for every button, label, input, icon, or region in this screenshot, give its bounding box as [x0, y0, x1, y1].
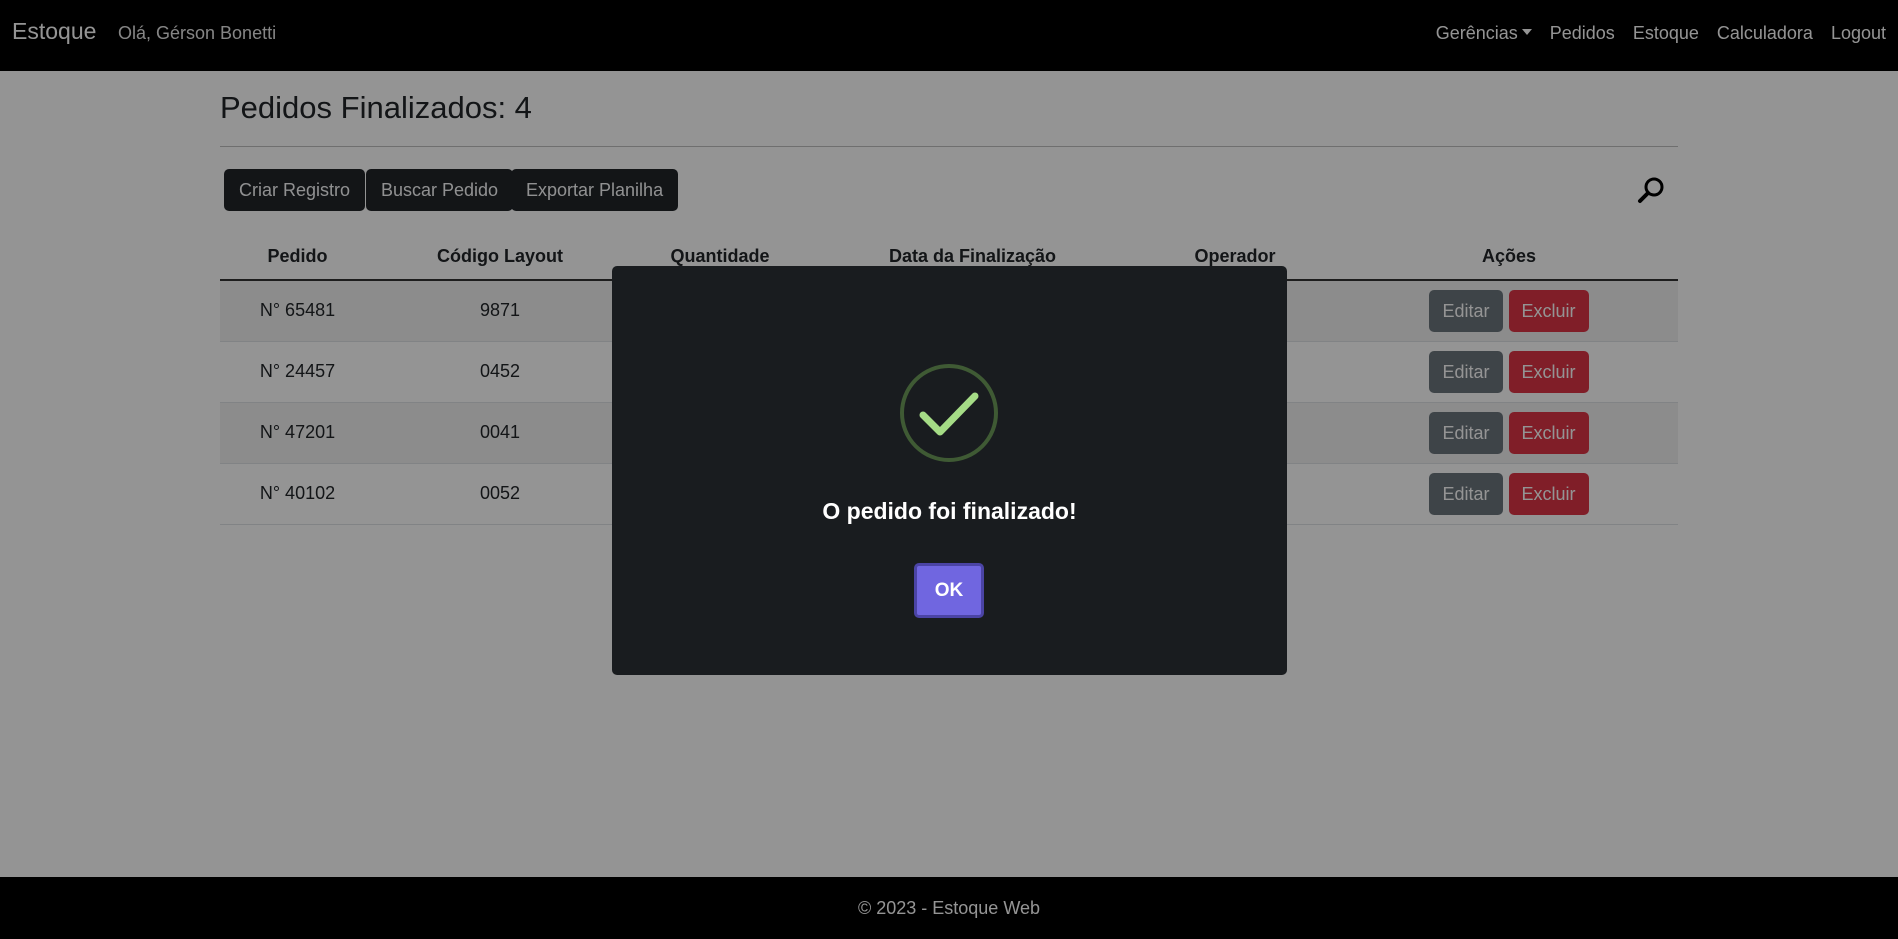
ok-button[interactable]: OK — [914, 563, 984, 618]
modal-title: O pedido foi finalizado! — [822, 498, 1077, 524]
success-check-icon — [899, 363, 999, 463]
success-modal: O pedido foi finalizado! OK — [612, 266, 1287, 675]
